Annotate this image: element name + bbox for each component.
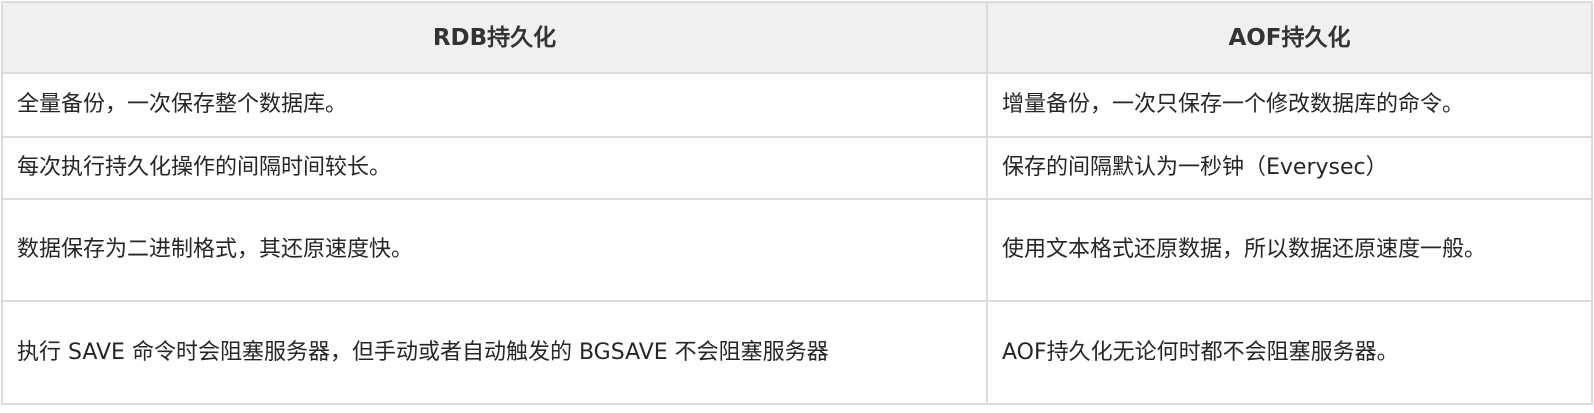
table-row: 执行 SAVE 命令时会阻塞服务器，但手动或者自动触发的 BGSAVE 不会阻塞… [1, 300, 1593, 405]
cell-aof: AOF持久化无论何时都不会阻塞服务器。 [986, 300, 1593, 405]
table-body: 全量备份，一次保存整个数据库。 增量备份，一次只保存一个修改数据库的命令。 每次… [1, 72, 1593, 405]
header-aof: AOF持久化 [986, 1, 1593, 74]
header-row: RDB持久化 AOF持久化 [1, 1, 1593, 74]
table-row: 每次执行持久化操作的间隔时间较长。 保存的间隔默认为一秒钟（Everysec） [1, 136, 1593, 200]
cell-aof: 保存的间隔默认为一秒钟（Everysec） [986, 136, 1593, 200]
table-header: RDB持久化 AOF持久化 [1, 1, 1593, 74]
cell-rdb: 数据保存为二进制格式，其还原速度快。 [1, 198, 988, 302]
cell-rdb: 执行 SAVE 命令时会阻塞服务器，但手动或者自动触发的 BGSAVE 不会阻塞… [1, 300, 988, 405]
cell-rdb: 全量备份，一次保存整个数据库。 [1, 72, 988, 138]
comparison-table-container: RDB持久化 AOF持久化 全量备份，一次保存整个数据库。 增量备份，一次只保存… [0, 0, 1594, 413]
cell-aof: 增量备份，一次只保存一个修改数据库的命令。 [986, 72, 1593, 138]
rdb-aof-comparison-table: RDB持久化 AOF持久化 全量备份，一次保存整个数据库。 增量备份，一次只保存… [1, 1, 1593, 405]
cell-aof: 使用文本格式还原数据，所以数据还原速度一般。 [986, 198, 1593, 302]
table-row: 全量备份，一次保存整个数据库。 增量备份，一次只保存一个修改数据库的命令。 [1, 72, 1593, 138]
cell-rdb: 每次执行持久化操作的间隔时间较长。 [1, 136, 988, 200]
header-rdb: RDB持久化 [1, 1, 988, 74]
table-row: 数据保存为二进制格式，其还原速度快。 使用文本格式还原数据，所以数据还原速度一般… [1, 198, 1593, 302]
